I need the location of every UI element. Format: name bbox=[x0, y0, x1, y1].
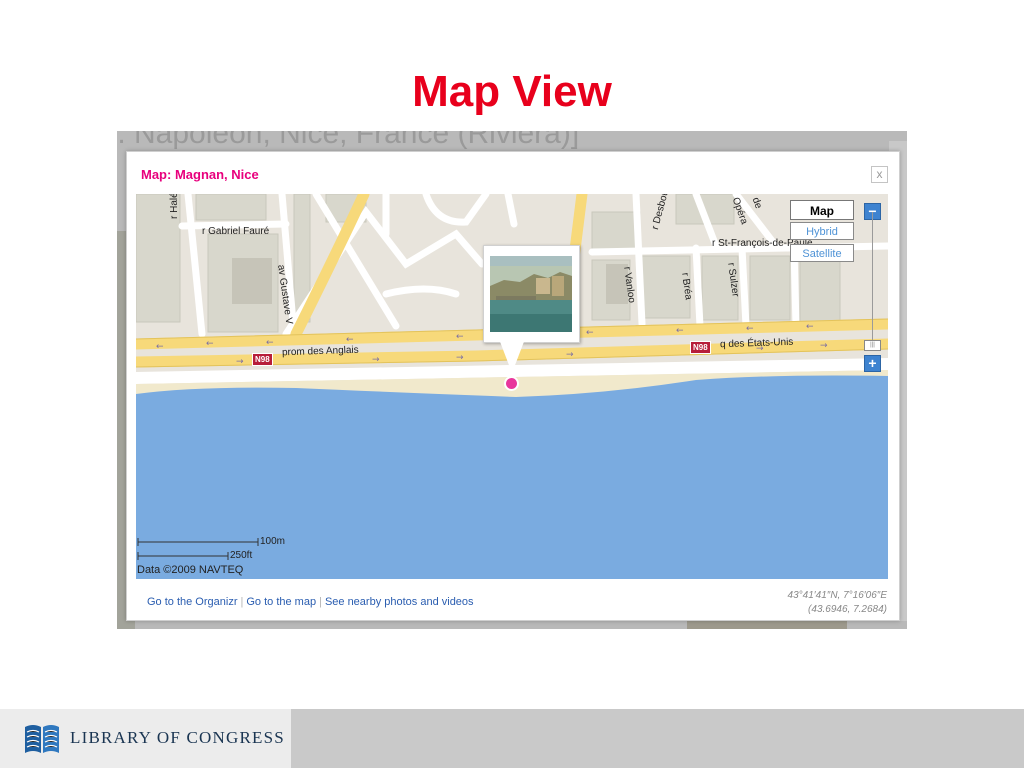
scale-imperial-label: 250ft bbox=[230, 550, 253, 561]
dialog-footer-links: Go to the Organizr | Go to the map | See nea… bbox=[147, 596, 474, 608]
zoom-in-button[interactable]: + bbox=[864, 355, 881, 372]
zoom-slider-handle[interactable]: ||| bbox=[864, 340, 881, 351]
go-to-organizr-link[interactable]: Go to the Organizr bbox=[147, 596, 238, 608]
svg-text:→: → bbox=[236, 357, 244, 367]
popup-pointer bbox=[499, 339, 525, 373]
svg-text:→: → bbox=[566, 350, 574, 360]
street-label: r Gabriel Fauré bbox=[202, 226, 270, 237]
street-label: r Halévy bbox=[169, 194, 180, 219]
harbor-photo-image bbox=[490, 256, 572, 332]
map-type-hybrid-button[interactable]: Hybrid bbox=[790, 222, 854, 240]
slide-title: Map View bbox=[412, 67, 612, 116]
svg-text:→: → bbox=[372, 355, 380, 365]
flickr-screenshot: r. Napoleon, Nice, France (Riviera)] Map… bbox=[117, 131, 907, 629]
coordinates-decimal: (43.6946, 7.2684) bbox=[808, 604, 887, 615]
go-to-map-link[interactable]: Go to the map bbox=[246, 596, 316, 608]
svg-text:←: ← bbox=[346, 335, 354, 345]
background-photo-title: r. Napoleon, Nice, France (Riviera)] bbox=[117, 131, 580, 150]
photo-popup[interactable] bbox=[483, 245, 580, 343]
route-shield: N98 bbox=[252, 353, 273, 366]
scale-metric-label: 100m bbox=[260, 536, 286, 547]
svg-text:←: ← bbox=[806, 322, 814, 332]
svg-text:←: ← bbox=[206, 339, 214, 349]
map-dialog: Map: Magnan, Nice x ← ← ← ← ← ← ← ← ← → … bbox=[126, 151, 900, 621]
photo-thumbnail[interactable] bbox=[490, 256, 572, 332]
nearby-photos-link[interactable]: See nearby photos and videos bbox=[325, 596, 474, 608]
svg-text:←: ← bbox=[156, 342, 164, 352]
svg-text:←: ← bbox=[746, 324, 754, 334]
map-canvas[interactable]: ← ← ← ← ← ← ← ← ← → → → → → → r Halévy r Gabriel Faur… bbox=[136, 194, 888, 579]
route-shield: N98 bbox=[690, 341, 711, 354]
book-pages-icon bbox=[25, 725, 59, 753]
logo-wordmark: LIBRARY OF CONGRESS bbox=[70, 728, 285, 747]
svg-text:→: → bbox=[456, 353, 464, 363]
map-type-map-button[interactable]: Map bbox=[790, 200, 854, 220]
zoom-slider-track[interactable] bbox=[872, 212, 873, 347]
svg-text:←: ← bbox=[266, 338, 274, 348]
location-pin-icon[interactable] bbox=[504, 376, 519, 391]
svg-text:←: ← bbox=[456, 332, 464, 342]
map-copyright: Data ©2009 NAVTEQ bbox=[137, 564, 244, 576]
svg-text:←: ← bbox=[586, 328, 594, 338]
coordinates-dms: 43°41′41″N, 7°16′06″E bbox=[787, 590, 887, 601]
svg-text:←: ← bbox=[676, 326, 684, 336]
coordinates-readout: 43°41′41″N, 7°16′06″E (43.6946, 7.2684) bbox=[788, 589, 887, 617]
footer-bar: LIBRARY OF CONGRESS bbox=[0, 709, 1024, 768]
svg-text:→: → bbox=[820, 341, 828, 351]
map-type-satellite-button[interactable]: Satellite bbox=[790, 244, 854, 262]
close-button[interactable]: x bbox=[871, 166, 888, 183]
library-of-congress-logo: LIBRARY OF CONGRESS bbox=[0, 709, 291, 768]
dialog-title: Map: Magnan, Nice bbox=[141, 167, 259, 182]
